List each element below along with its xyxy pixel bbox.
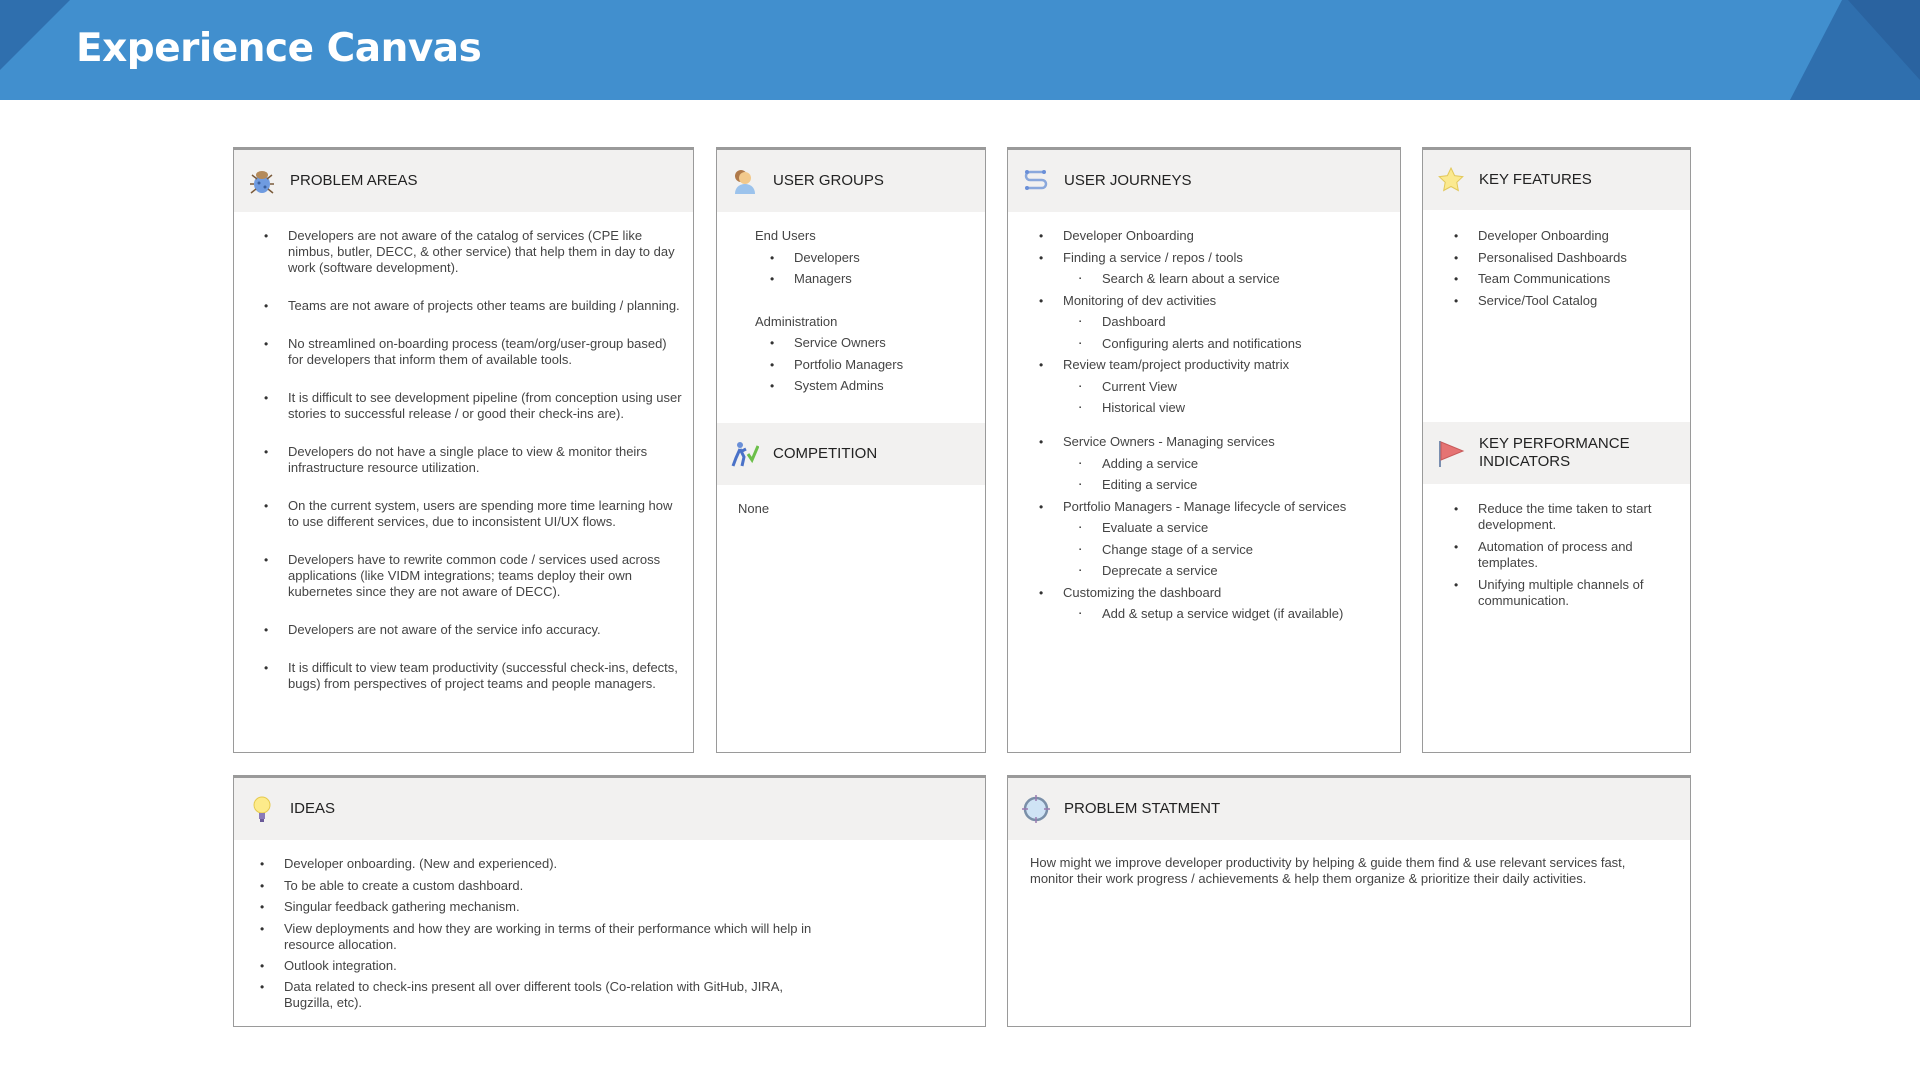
competition-text: None [738,501,770,516]
panel-title: COMPETITION [773,445,878,462]
panel-title: KEY FEATURES [1479,171,1592,188]
user-groups-panel: USER GROUPS End UsersDevelopersManagersA… [716,147,986,753]
panel-header: KEY FEATURES [1423,150,1690,210]
idea-item: Outlook integration. [260,958,824,980]
header-banner: Experience Canvas [0,0,1920,100]
star-icon [1438,166,1464,192]
target-icon [1022,795,1050,823]
panel-title: IDEAS [290,800,336,817]
journey-item: Search & learn about a service [1079,271,1393,293]
users-icon [735,170,755,194]
journey-item: Current View [1079,379,1393,401]
idea-item: Singular feedback gathering mechanism. [260,899,824,921]
path-icon [1024,170,1048,190]
problem-statement-text: How might we improve developer productiv… [1030,855,1626,886]
problem-area-item: Teams are not aware of projects other te… [264,298,683,314]
panel-header: PROBLEM AREAS [234,150,693,212]
kpi-item: Unifying multiple channels of communicat… [1454,577,1678,609]
kpi-item: Reduce the time taken to start developme… [1454,501,1678,533]
panel-header: PROBLEM STATMENT [1008,778,1690,840]
journey-item: Customizing the dashboard [1039,585,1393,607]
idea-item: View deployments and how they are workin… [260,921,824,958]
journey-item: Service Owners - Managing services [1039,434,1393,456]
panel-title: KEY PERFORMANCE INDICATORS [1479,435,1630,470]
bug-icon [250,171,274,194]
user-group-item: Developers [770,250,1014,272]
problem-area-item: Developers are not aware of the catalog … [264,228,683,276]
journey-item: Editing a service [1079,477,1393,499]
problem-area-item: On the current system, users are spendin… [264,498,683,530]
journey-item: Portfolio Managers - Manage lifecycle of… [1039,499,1393,521]
idea-item: Data related to check-ins present all ov… [260,979,824,1011]
journey-item: Evaluate a service [1079,520,1393,542]
user-journeys-panel: USER JOURNEYS Developer OnboardingFindin… [1007,147,1401,753]
lightbulb-icon [253,796,271,822]
panel-header: IDEAS [234,778,985,840]
competition-header: COMPETITION [717,423,985,485]
journey-item: Dashboard [1079,314,1393,336]
key-feature-item: Team Communications [1454,271,1678,293]
journey-item: Adding a service [1079,456,1393,478]
problem-area-item: It is difficult to view team productivit… [264,660,683,692]
user-group-heading: Administration [755,313,838,329]
problem-area-item: Developers are not aware of the service … [264,622,683,638]
user-group-item: System Admins [770,378,1014,400]
journey-item: Add & setup a service widget (if availab… [1079,606,1393,628]
idea-item: To be able to create a custom dashboard. [260,878,824,900]
problem-area-item: Developers have to rewrite common code /… [264,552,683,600]
journey-item: Review team/project productivity matrix [1039,357,1393,379]
key-feature-item: Personalised Dashboards [1454,250,1678,272]
key-features-panel: KEY FEATURES Developer OnboardingPersona… [1422,147,1691,753]
journey-item: Deprecate a service [1079,563,1393,585]
journey-item: Monitoring of dev activities [1039,293,1393,315]
panel-title: USER JOURNEYS [1064,172,1192,189]
problem-area-item: No streamlined on-boarding process (team… [264,336,683,368]
kpi-header: KEY PERFORMANCE INDICATORS [1423,422,1690,484]
panel-title: PROBLEM AREAS [290,172,418,189]
panel-title: PROBLEM STATMENT [1064,800,1221,817]
problem-area-item: Developers do not have a single place to… [264,444,683,476]
user-group-item: Managers [770,271,1014,293]
kpi-item: Automation of process and templates. [1454,539,1678,571]
journey-item: Configuring alerts and notifications [1079,336,1393,358]
panel-header: USER JOURNEYS [1008,150,1400,212]
decor-triangle [0,0,70,70]
panel-header: USER GROUPS [717,150,985,212]
problem-areas-panel: PROBLEM AREAS Developers are not aware o… [233,147,694,753]
panel-title: USER GROUPS [773,172,884,189]
problem-statement-panel: PROBLEM STATMENT How might we improve de… [1007,775,1691,1027]
ideas-panel: IDEAS Developer onboarding. (New and exp… [233,775,986,1027]
journey-item: Developer Onboarding [1039,228,1393,250]
journey-item: Change stage of a service [1079,542,1393,564]
journey-item: Historical view [1079,400,1393,422]
idea-item: Developer onboarding. (New and experienc… [260,856,824,878]
key-feature-item: Service/Tool Catalog [1454,293,1678,315]
journey-item: Finding a service / repos / tools [1039,250,1393,272]
key-feature-item: Developer Onboarding [1454,228,1678,250]
user-group-item: Portfolio Managers [770,357,1014,379]
runner-icon [731,442,759,467]
user-group-heading: End Users [755,228,816,243]
flag-icon [1439,441,1465,467]
page-title: Experience Canvas [76,26,482,71]
user-group-item: Service Owners [770,335,1014,357]
problem-area-item: It is difficult to see development pipel… [264,390,683,422]
